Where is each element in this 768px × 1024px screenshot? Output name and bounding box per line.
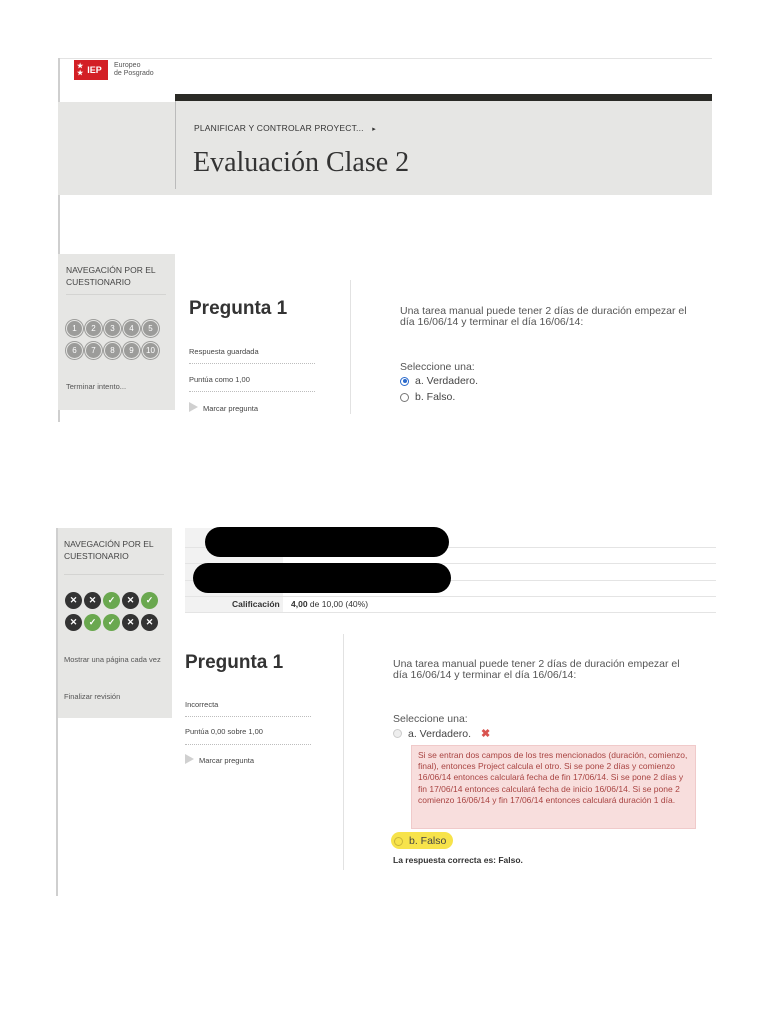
question-button-10-incorrect[interactable]: ✕ bbox=[141, 614, 158, 631]
review-summary-table: Calificación 4,00 de 10,00 (40%) bbox=[185, 527, 716, 613]
question-button-7-correct[interactable]: ✓ bbox=[84, 614, 101, 631]
question-button-7[interactable]: 7 bbox=[85, 342, 102, 359]
finish-review-link[interactable]: Finalizar revisión bbox=[64, 692, 120, 701]
select-one-prompt: Seleccione una: bbox=[400, 361, 475, 373]
option-b[interactable]: b. Falso. bbox=[400, 391, 455, 403]
option-a-label: a. Verdadero. bbox=[415, 375, 479, 387]
sidebar-header-block bbox=[58, 102, 175, 195]
question-text: Una tarea manual puede tener 2 días de d… bbox=[393, 659, 680, 681]
question-button-9-incorrect[interactable]: ✕ bbox=[122, 614, 139, 631]
answer-feedback: Si se entran dos campos de los tres menc… bbox=[411, 745, 696, 829]
question-button-8[interactable]: 8 bbox=[104, 342, 121, 359]
logo-abbr: IEP bbox=[87, 65, 102, 75]
radio-a[interactable] bbox=[400, 376, 409, 386]
question-points: Puntúa 0,00 sobre 1,00 bbox=[185, 727, 263, 736]
logo-stars-icon: ★ ★ bbox=[77, 63, 84, 77]
page-header: PLANIFICAR Y CONTROLAR PROYECT... ▸ Eval… bbox=[175, 101, 712, 195]
nav-title-line2: CUESTIONARIO bbox=[66, 277, 131, 287]
nav-title-line1: NAVEGACIÓN POR EL bbox=[66, 265, 156, 275]
grade-value: 4,00 de 10,00 (40%) bbox=[291, 599, 368, 609]
option-a[interactable]: a. Verdadero. bbox=[400, 375, 478, 387]
question-status: Incorrecta bbox=[185, 700, 219, 709]
attempt-screenshot: ★ ★ IEP Europeo de Posgrado PLANIFICAR Y … bbox=[58, 58, 712, 422]
radio-a bbox=[393, 729, 402, 738]
question-text-line2: día 16/06/14 y terminar el día 16/06/14: bbox=[400, 316, 584, 328]
question-button-5-correct[interactable]: ✓ bbox=[141, 592, 158, 609]
breadcrumb-arrow-icon: ▸ bbox=[372, 126, 376, 133]
question-text-line2: día 16/06/14 y terminar el día 16/06/14: bbox=[393, 669, 577, 681]
header-border bbox=[58, 58, 712, 59]
question-heading: Pregunta 1 bbox=[189, 298, 288, 319]
option-b-label: b. Falso bbox=[409, 835, 447, 847]
question-status: Respuesta guardada bbox=[189, 347, 259, 356]
question-button-2[interactable]: 2 bbox=[85, 320, 102, 337]
question-buttons: 1 2 3 4 5 6 7 8 9 10 bbox=[66, 320, 159, 359]
logo-badge: ★ ★ IEP bbox=[74, 60, 108, 80]
radio-b bbox=[394, 836, 403, 846]
review-screenshot: NAVEGACIÓN POR EL CUESTIONARIO ✕ ✕ ✓ ✕ ✓ ✕ ✓ ✓ ✕… bbox=[56, 527, 716, 898]
info-separator bbox=[185, 744, 311, 745]
info-separator bbox=[189, 391, 315, 392]
breadcrumb-course[interactable]: PLANIFICAR Y CONTROLAR PROYECT... bbox=[194, 123, 364, 133]
logo-line1: Europeo bbox=[114, 62, 141, 69]
quiz-navigation-title: NAVEGACIÓN POR EL CUESTIONARIO bbox=[66, 264, 156, 288]
breadcrumb[interactable]: PLANIFICAR Y CONTROLAR PROYECT... ▸ bbox=[194, 123, 376, 133]
show-one-page-link[interactable]: Mostrar una página cada vez bbox=[64, 654, 168, 666]
header-dark-bar bbox=[175, 94, 712, 101]
nav-separator bbox=[66, 294, 166, 295]
finish-attempt-link[interactable]: Terminar intento... bbox=[66, 382, 126, 391]
option-b-label: b. Falso. bbox=[415, 391, 456, 403]
info-separator bbox=[189, 363, 315, 364]
question-text: Una tarea manual puede tener 2 días de d… bbox=[400, 306, 687, 328]
quiz-navigation-panel: NAVEGACIÓN POR EL CUESTIONARIO 1 2 3 4 5… bbox=[58, 254, 175, 410]
redaction-box bbox=[205, 527, 449, 557]
nav-title-line1: NAVEGACIÓN POR EL bbox=[64, 539, 154, 549]
select-one-prompt: Seleccione una: bbox=[393, 713, 468, 725]
flag-question-label: Marcar pregunta bbox=[199, 756, 255, 765]
quiz-navigation-panel: NAVEGACIÓN POR EL CUESTIONARIO ✕ ✕ ✓ ✕ ✓ ✕ ✓ ✓ ✕… bbox=[58, 528, 172, 718]
flag-question-link[interactable]: Marcar pregunta bbox=[189, 402, 258, 413]
nav-title-line2: CUESTIONARIO bbox=[64, 551, 129, 561]
option-a: a. Verdadero. ✖ bbox=[393, 727, 490, 740]
question-button-4[interactable]: 4 bbox=[123, 320, 140, 337]
site-logo[interactable]: ★ ★ IEP Europeo de Posgrado bbox=[74, 60, 154, 80]
question-points: Puntúa como 1,00 bbox=[189, 375, 250, 384]
flag-icon bbox=[185, 754, 194, 764]
question-button-8-correct[interactable]: ✓ bbox=[103, 614, 120, 631]
question-buttons: ✕ ✕ ✓ ✕ ✓ ✕ ✓ ✓ ✕ ✕ bbox=[65, 592, 158, 631]
quiz-navigation-title: NAVEGACIÓN POR EL CUESTIONARIO bbox=[64, 538, 154, 562]
grade-label: Calificación bbox=[232, 599, 280, 609]
grade-suffix: de 10,00 (40%) bbox=[309, 599, 369, 609]
question-button-6[interactable]: 6 bbox=[66, 342, 83, 359]
flag-question-link[interactable]: Marcar pregunta bbox=[185, 754, 254, 765]
header-divider bbox=[175, 101, 176, 189]
logo-text: Europeo de Posgrado bbox=[114, 62, 154, 78]
question-heading: Pregunta 1 bbox=[185, 652, 284, 673]
question-button-1[interactable]: 1 bbox=[66, 320, 83, 337]
correct-answer: La respuesta correcta es: Falso. bbox=[393, 855, 523, 865]
radio-b[interactable] bbox=[400, 392, 409, 402]
incorrect-x-icon: ✖ bbox=[481, 728, 491, 740]
question-button-5[interactable]: 5 bbox=[142, 320, 159, 337]
question-divider bbox=[350, 280, 351, 414]
question-button-9[interactable]: 9 bbox=[123, 342, 140, 359]
question-divider bbox=[343, 634, 344, 870]
question-button-3[interactable]: 3 bbox=[104, 320, 121, 337]
option-b: b. Falso bbox=[394, 835, 446, 847]
redaction-box bbox=[193, 563, 451, 593]
question-button-4-incorrect[interactable]: ✕ bbox=[122, 592, 139, 609]
question-button-2-incorrect[interactable]: ✕ bbox=[84, 592, 101, 609]
flag-question-label: Marcar pregunta bbox=[203, 404, 259, 413]
question-button-3-correct[interactable]: ✓ bbox=[103, 592, 120, 609]
info-separator bbox=[185, 716, 311, 717]
page-title: Evaluación Clase 2 bbox=[193, 147, 410, 178]
question-button-1-incorrect[interactable]: ✕ bbox=[65, 592, 82, 609]
option-a-label: a. Verdadero. bbox=[408, 727, 472, 740]
question-button-6-incorrect[interactable]: ✕ bbox=[65, 614, 82, 631]
flag-icon bbox=[189, 402, 198, 412]
logo-line2: de Posgrado bbox=[114, 70, 154, 77]
question-button-10[interactable]: 10 bbox=[142, 342, 159, 359]
grade-score: 4,00 bbox=[291, 599, 308, 609]
nav-separator bbox=[64, 574, 164, 575]
